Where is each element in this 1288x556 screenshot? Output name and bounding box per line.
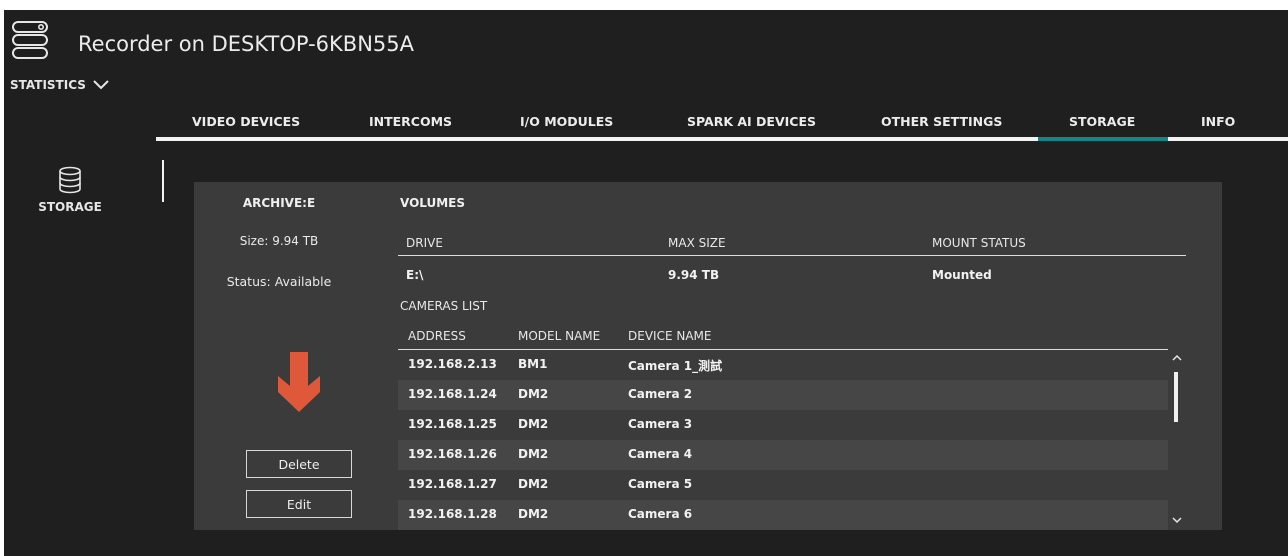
edit-button[interactable]: Edit	[246, 490, 352, 518]
camera-address: 192.168.1.26	[408, 447, 497, 461]
table-row[interactable]: 192.168.1.28 DM2 Camera 6	[398, 500, 1168, 530]
camera-model: DM2	[518, 447, 549, 461]
volume-max-size: 9.94 TB	[668, 268, 720, 282]
tab-spark-ai-devices[interactable]: SPARK AI DEVICES	[687, 114, 816, 129]
volumes-title: VOLUMES	[400, 196, 466, 210]
sidebar-item-storage[interactable]: STORAGE	[34, 166, 106, 214]
tab-other-settings[interactable]: OTHER SETTINGS	[881, 114, 1002, 129]
tab-intercoms[interactable]: INTERCOMS	[369, 114, 452, 129]
volumes-header-divider	[398, 255, 1186, 256]
device-name-header: DEVICE NAME	[628, 329, 712, 343]
archive-size: Size: 9.94 TB	[239, 234, 319, 248]
database-icon	[59, 166, 81, 194]
statistics-label: STATISTICS	[10, 78, 86, 92]
archive-title: ARCHIVE:E	[242, 196, 316, 210]
tab-info[interactable]: INFO	[1201, 114, 1235, 129]
volume-mount-status: Mounted	[932, 268, 992, 282]
camera-device: Camera 1_測試	[628, 359, 723, 373]
storage-panel: ARCHIVE:E Size: 9.94 TB Status: Availabl…	[194, 182, 1222, 530]
max-size-header: MAX SIZE	[668, 236, 726, 250]
table-row[interactable]: 192.168.1.25 DM2 Camera 3	[398, 410, 1168, 440]
camera-device: Camera 6	[628, 507, 693, 521]
camera-device: Camera 5	[628, 477, 693, 491]
camera-model: DM2	[518, 387, 549, 401]
camera-device: Camera 4	[628, 447, 693, 461]
camera-model: BM1	[518, 357, 548, 371]
volume-drive: E:\	[406, 268, 424, 282]
scrollbar-thumb[interactable]	[1174, 372, 1178, 422]
statistics-dropdown[interactable]: STATISTICS	[10, 78, 110, 92]
arrow-down-icon	[278, 352, 320, 412]
cameras-list-title: CAMERAS LIST	[400, 299, 488, 313]
mount-status-header: MOUNT STATUS	[932, 236, 1026, 250]
address-header: ADDRESS	[408, 329, 466, 343]
tab-io-modules[interactable]: I/O MODULES	[520, 114, 613, 129]
sidebar-divider	[162, 160, 164, 202]
table-row[interactable]: 192.168.2.13 BM1 Camera 1_測試	[398, 350, 1168, 380]
camera-model: DM2	[518, 417, 549, 431]
table-row[interactable]: 192.168.1.24 DM2 Camera 2	[398, 380, 1168, 410]
chevron-down-icon	[93, 80, 109, 90]
table-row[interactable]: 192.168.1.27 DM2 Camera 5	[398, 470, 1168, 500]
tab-video-devices[interactable]: VIDEO DEVICES	[192, 114, 300, 129]
model-name-header: MODEL NAME	[518, 329, 601, 343]
archive-status: Status: Available	[226, 274, 332, 289]
camera-address: 192.168.1.27	[408, 477, 497, 491]
sidebar-item-label: STORAGE	[38, 200, 102, 214]
tab-storage[interactable]: STORAGE	[1069, 114, 1135, 129]
camera-device: Camera 3	[628, 417, 693, 431]
scroll-up-arrow-icon[interactable]	[1172, 354, 1182, 362]
scroll-down-arrow-icon[interactable]	[1172, 516, 1182, 524]
camera-address: 192.168.2.13	[408, 357, 497, 371]
active-tab-indicator	[1038, 137, 1168, 141]
server-stack-icon	[12, 21, 48, 59]
camera-address: 192.168.1.28	[408, 507, 497, 521]
camera-device: Camera 2	[628, 387, 693, 401]
cameras-list: 192.168.2.13 BM1 Camera 1_測試 192.168.1.2…	[398, 350, 1168, 530]
camera-address: 192.168.1.25	[408, 417, 497, 431]
camera-model: DM2	[518, 477, 549, 491]
delete-button[interactable]: Delete	[246, 450, 352, 478]
table-row[interactable]: 192.168.1.26 DM2 Camera 4	[398, 440, 1168, 470]
recorder-window: Recorder on DESKTOP-6KBN55A STATISTICS V…	[4, 10, 1288, 556]
drive-header: DRIVE	[406, 236, 443, 250]
camera-model: DM2	[518, 507, 549, 521]
window-title: Recorder on DESKTOP-6KBN55A	[78, 32, 414, 56]
camera-address: 192.168.1.24	[408, 387, 497, 401]
